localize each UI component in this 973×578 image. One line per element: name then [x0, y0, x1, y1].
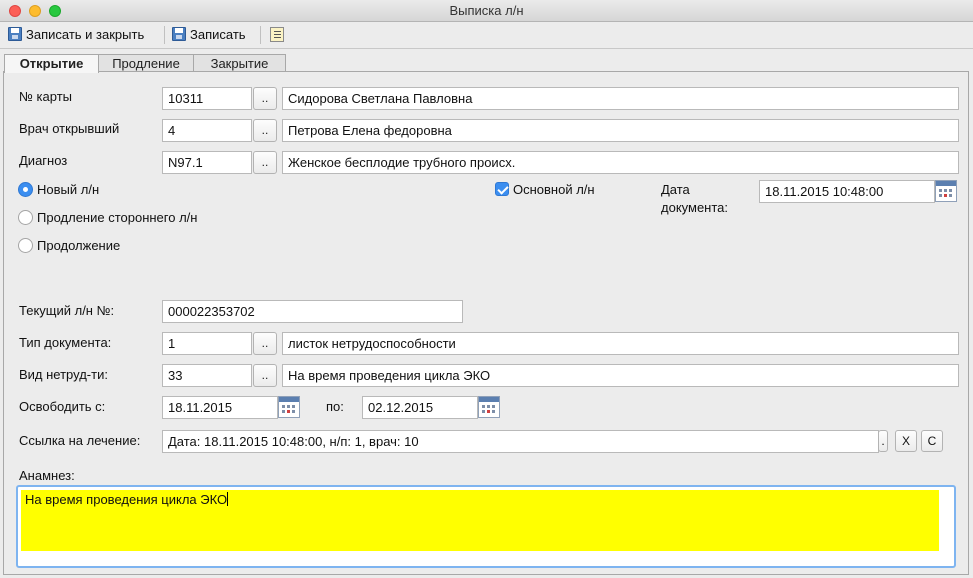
anamnez-text-area[interactable]: На время проведения цикла ЭКО — [21, 490, 939, 551]
toolbar-separator — [260, 26, 261, 44]
close-window-button[interactable] — [9, 5, 21, 17]
maximize-window-button[interactable] — [49, 5, 61, 17]
radio-extension-third-party[interactable] — [18, 210, 33, 225]
doctor-lookup-button[interactable]: .. — [253, 119, 277, 142]
title-bar: Выписка л/н — [0, 0, 973, 22]
current-ln-field[interactable]: 000022353702 — [162, 300, 463, 323]
disability-type-name-field[interactable]: На время проведения цикла ЭКО — [282, 364, 959, 387]
release-from-field[interactable]: 18.11.2015 — [162, 396, 278, 419]
radio-new-ln-label: Новый л/н — [37, 182, 100, 197]
disability-type-lookup-button[interactable]: .. — [253, 364, 277, 387]
release-to-field[interactable]: 02.12.2015 — [362, 396, 478, 419]
card-label: № карты — [19, 89, 73, 104]
tab-extension[interactable]: Продление — [98, 54, 194, 72]
release-to-label: по: — [326, 399, 344, 414]
radio-continuation[interactable] — [18, 238, 33, 253]
doc-date-label-line1: Дата — [661, 182, 690, 197]
card-code-field[interactable]: 10311 — [162, 87, 252, 110]
treatment-link-field[interactable]: Дата: 18.11.2015 10:48:00, н/п: 1, врач:… — [162, 430, 879, 453]
doctor-code-field[interactable]: 4 — [162, 119, 252, 142]
diagnosis-name-field[interactable]: Женское бесплодие трубного происх. — [282, 151, 959, 174]
save-button[interactable]: Записать — [168, 24, 250, 46]
doc-date-label-line2: документа: — [661, 200, 728, 215]
save-label: Записать — [190, 27, 246, 42]
calendar-icon[interactable] — [278, 396, 300, 418]
main-ln-label: Основной л/н — [513, 182, 595, 197]
disability-type-label: Вид нетруд-ти: — [19, 367, 108, 382]
tab-closing[interactable]: Закрытие — [193, 54, 286, 72]
app-window: Выписка л/н Записать и закрыть Записать … — [0, 0, 973, 578]
floppy-disk-icon — [8, 27, 22, 41]
disability-type-code-field[interactable]: 33 — [162, 364, 252, 387]
form-panel: № карты 10311 .. Сидорова Светлана Павло… — [3, 71, 969, 575]
anamnez-textarea[interactable]: На время проведения цикла ЭКО — [16, 485, 956, 568]
anamnez-label: Анамнез: — [19, 468, 75, 483]
doc-type-label: Тип документа: — [19, 335, 112, 350]
diagnosis-label: Диагноз — [19, 153, 68, 168]
card-lookup-button[interactable]: .. — [253, 87, 277, 110]
calendar-icon[interactable] — [478, 396, 500, 418]
card-name-field[interactable]: Сидорова Светлана Павловна — [282, 87, 959, 110]
text-caret — [227, 492, 229, 506]
diagnosis-code-field[interactable]: N97.1 — [162, 151, 252, 174]
main-ln-checkbox[interactable] — [495, 182, 509, 196]
radio-new-ln[interactable] — [18, 182, 33, 197]
treatment-link-label: Ссылка на лечение: — [19, 433, 141, 448]
anamnez-text: На время проведения цикла ЭКО — [25, 492, 228, 507]
treatment-link-c-button[interactable]: C — [921, 430, 943, 452]
toolbar-separator — [164, 26, 165, 44]
doc-type-lookup-button[interactable]: .. — [253, 332, 277, 355]
window-title: Выписка л/н — [449, 3, 524, 18]
toolbar: Записать и закрыть Записать — [0, 22, 973, 49]
document-list-icon[interactable] — [270, 27, 284, 42]
doctor-label: Врач открывший — [19, 121, 120, 136]
save-and-close-button[interactable]: Записать и закрыть — [4, 24, 148, 46]
release-from-label: Освободить с: — [19, 399, 106, 414]
doc-type-code-field[interactable]: 1 — [162, 332, 252, 355]
minimize-window-button[interactable] — [29, 5, 41, 17]
doctor-name-field[interactable]: Петрова Елена федоровна — [282, 119, 959, 142]
radio-continuation-label: Продолжение — [37, 238, 121, 253]
floppy-disk-icon — [172, 27, 186, 41]
save-and-close-label: Записать и закрыть — [26, 27, 145, 42]
tab-opening[interactable]: Открытие — [4, 54, 99, 73]
doc-date-field[interactable]: 18.11.2015 10:48:00 — [759, 180, 935, 203]
diagnosis-lookup-button[interactable]: .. — [253, 151, 277, 174]
treatment-link-clear-button[interactable]: X — [895, 430, 917, 452]
current-ln-label: Текущий л/н №: — [19, 303, 115, 318]
radio-extension-third-party-label: Продление стороннего л/н — [37, 210, 198, 225]
calendar-icon[interactable] — [935, 180, 957, 202]
treatment-link-lookup-button[interactable]: . — [878, 430, 888, 452]
doc-type-name-field[interactable]: листок нетрудоспособности — [282, 332, 959, 355]
